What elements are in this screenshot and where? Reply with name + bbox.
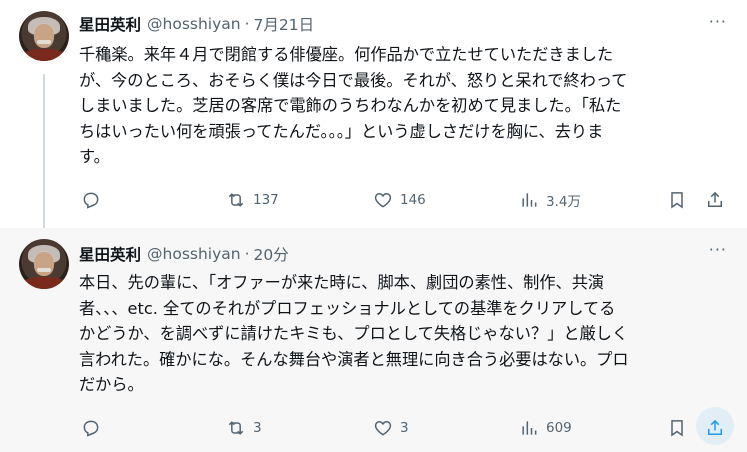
- tweet-line: す。: [79, 147, 110, 166]
- author-name[interactable]: 星田英利: [79, 13, 141, 35]
- avatar-body: [23, 277, 65, 289]
- bookmark-button[interactable]: [667, 188, 687, 212]
- avatar-body: [23, 49, 65, 61]
- heart-icon: [374, 420, 392, 436]
- avatar[interactable]: [19, 11, 69, 61]
- like-count: 146: [400, 192, 426, 208]
- reply-icon: [83, 420, 99, 437]
- avatar-mustache: [37, 268, 51, 272]
- tweet-text: 千穐楽。来年４月で閉館する俳優座。何作品かで立たせていただきました が、今のところ…: [79, 42, 729, 170]
- views-count: 609: [546, 420, 572, 436]
- views-icon: [522, 421, 537, 435]
- tweet-line: 千穐楽。来年４月で閉館する俳優座。何作品かで立たせていただきました: [79, 45, 614, 64]
- tweet-line: しまいました。芝居の客席で電飾のうちわなんかを初めて見ました。「私た: [79, 96, 622, 115]
- tweet-line: 本日、先の輩に、「オファーが来た時に、脚本、劇団の素性、制作、共演: [79, 273, 605, 292]
- views-button[interactable]: 609: [519, 416, 572, 440]
- tweet-time[interactable]: 20分: [254, 243, 289, 265]
- heart-icon: [374, 192, 392, 208]
- tweet-line: だから。: [79, 375, 144, 394]
- tweet-line: かどうか、を調べずに請けたキミも、プロとして失格じゃない？」と厳しく: [79, 324, 629, 343]
- more-options-icon[interactable]: ···: [709, 240, 727, 259]
- bookmark-button[interactable]: [667, 416, 687, 440]
- retweet-icon: [228, 421, 244, 435]
- tweet-line: が、今のところ、おそらく僕は今日で最後。それが、怒りと呆れで終わって: [79, 70, 628, 90]
- thread-line: [43, 74, 45, 236]
- tweet-line: 者、、、etc. 全てのそれがプロフェッショナルとしての基準をクリアしてる: [79, 298, 616, 318]
- tweet-header: 星田英利 @hosshiyan · 7月21日: [79, 12, 314, 36]
- share-icon: [708, 191, 722, 207]
- retweet-button[interactable]: 137: [226, 188, 279, 212]
- separator-dot: ·: [244, 245, 250, 263]
- author-handle[interactable]: @hosshiyan: [147, 15, 241, 33]
- like-count: 3: [400, 420, 409, 436]
- tweet-text: 本日、先の輩に、「オファーが来た時に、脚本、劇団の素性、制作、共演 者、、、etc…: [79, 270, 729, 398]
- reply-icon: [83, 192, 99, 209]
- separator-dot: ·: [244, 15, 250, 33]
- tweet-time[interactable]: 7月21日: [254, 13, 315, 35]
- tweet-line: ちはいったい何を頑張ってたんだ。。。」という虚しさだけを胸に、去りま: [79, 121, 604, 141]
- reply-button[interactable]: [81, 416, 108, 440]
- avatar-face: [34, 24, 54, 48]
- tweet-2[interactable]: 星田英利 @hosshiyan · 20分 ··· 本日、先の輩に、「オファーが…: [0, 228, 747, 452]
- avatar[interactable]: [19, 239, 69, 289]
- reply-button[interactable]: [81, 188, 108, 212]
- like-button[interactable]: 3: [373, 416, 409, 440]
- bookmark-icon: [671, 420, 683, 437]
- author-handle[interactable]: @hosshiyan: [147, 245, 241, 263]
- views-count: 3.4万: [546, 194, 581, 210]
- avatar-mustache: [37, 40, 51, 44]
- retweet-count: 137: [253, 192, 279, 208]
- more-options-icon[interactable]: ···: [709, 12, 727, 31]
- retweet-button[interactable]: 3: [226, 416, 262, 440]
- tweet-actions: 137 146 3.4万: [79, 188, 734, 212]
- avatar-face: [34, 252, 54, 276]
- retweet-icon: [228, 193, 244, 207]
- share-button[interactable]: [705, 416, 725, 440]
- share-button[interactable]: [705, 188, 725, 212]
- tweet-actions: 3 3 609: [79, 416, 734, 440]
- views-button[interactable]: 3.4万: [519, 188, 581, 212]
- tweet-line: 言われた。確かにな。そんな舞台や演者と無理に向き合う必要はない。プロ: [79, 349, 629, 369]
- like-button[interactable]: 146: [373, 188, 426, 212]
- bookmark-icon: [671, 192, 683, 209]
- views-icon: [522, 193, 537, 207]
- author-name[interactable]: 星田英利: [79, 243, 141, 265]
- share-icon: [708, 419, 722, 435]
- tweet-header: 星田英利 @hosshiyan · 20分: [79, 242, 289, 266]
- tweet-1[interactable]: 星田英利 @hosshiyan · 7月21日 ··· 千穐楽。来年４月で閉館す…: [0, 0, 747, 236]
- retweet-count: 3: [253, 420, 262, 436]
